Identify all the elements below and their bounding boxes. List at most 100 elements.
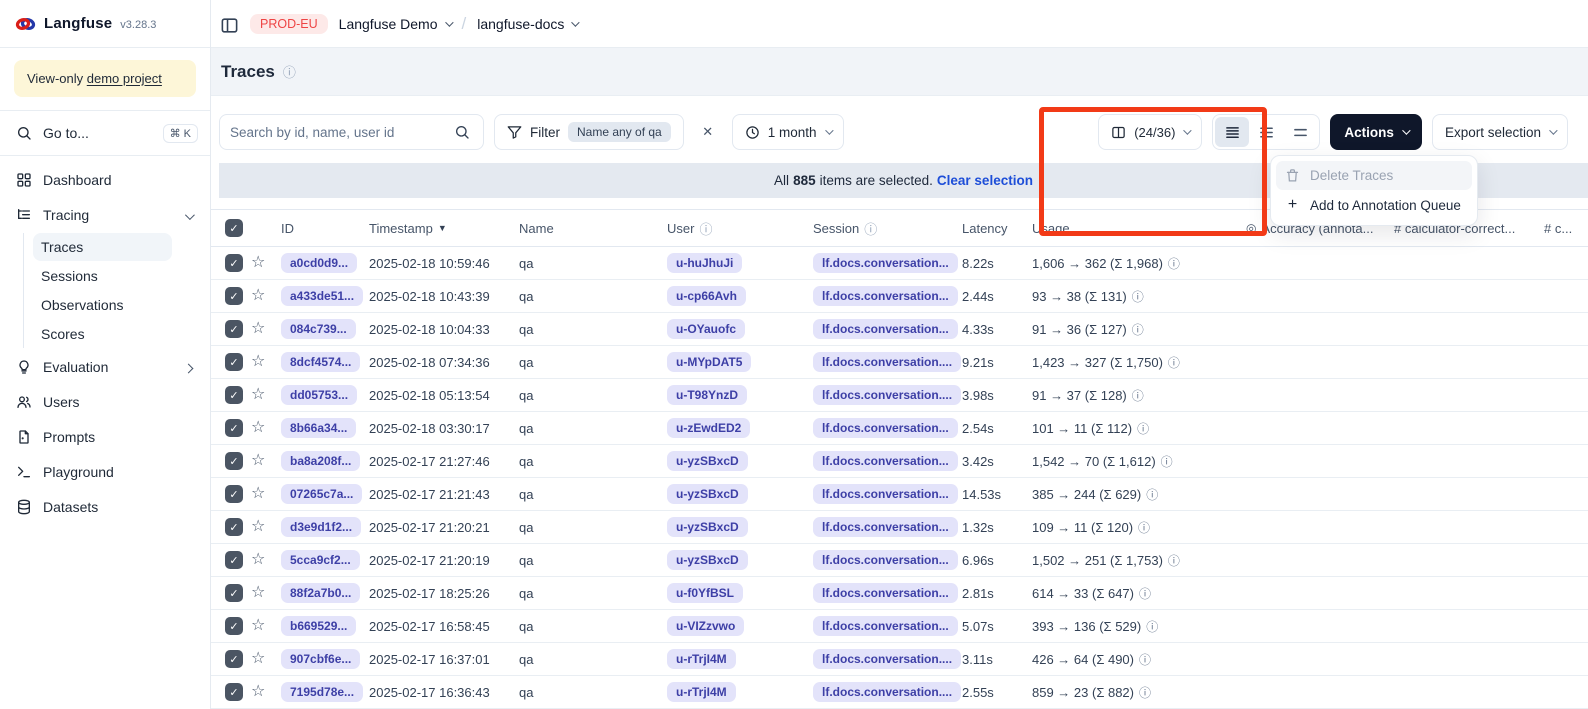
session-badge[interactable]: lf.docs.conversation... — [813, 616, 958, 636]
info-icon[interactable]: ⓘ — [283, 62, 296, 81]
info-icon[interactable]: ⓘ — [1139, 651, 1151, 668]
session-badge[interactable]: lf.docs.conversation... — [813, 484, 958, 504]
sidebar-toggle-icon[interactable] — [220, 16, 239, 32]
table-row[interactable]: ✓ ☆ 8dcf4574... 2025-02-18 07:34:36 qa u… — [211, 346, 1588, 379]
table-row[interactable]: ✓ ☆ dd05753... 2025-02-18 05:13:54 qa u-… — [211, 379, 1588, 412]
star-icon[interactable]: ☆ — [251, 552, 265, 568]
trace-id-badge[interactable]: 084c739... — [281, 319, 356, 339]
columns-button[interactable]: (24/36) — [1098, 114, 1202, 150]
trace-id-badge[interactable]: a433de51... — [281, 286, 363, 306]
col-header-extra[interactable]: # c... — [1544, 221, 1588, 236]
user-badge[interactable]: u-VIZzvwo — [667, 616, 744, 636]
table-row[interactable]: ✓ ☆ 907cbf6e... 2025-02-17 16:37:01 qa u… — [211, 643, 1588, 676]
info-icon[interactable]: ⓘ — [1139, 684, 1151, 701]
table-row[interactable]: ✓ ☆ b669529... 2025-02-17 16:58:45 qa u-… — [211, 610, 1588, 643]
table-row[interactable]: ✓ ☆ 07265c7a... 2025-02-17 21:21:43 qa u… — [211, 478, 1588, 511]
session-badge[interactable]: lf.docs.conversation.... — [813, 385, 961, 405]
row-checkbox[interactable]: ✓ — [225, 518, 243, 536]
session-badge[interactable]: lf.docs.conversation.... — [813, 682, 961, 702]
star-icon[interactable]: ☆ — [251, 354, 265, 370]
trace-id-badge[interactable]: 07265c7a... — [281, 484, 362, 504]
user-badge[interactable]: u-T98YnzD — [667, 385, 747, 405]
user-badge[interactable]: u-rTrjI4M — [667, 682, 736, 702]
session-badge[interactable]: lf.docs.conversation... — [813, 418, 958, 438]
col-header-timestamp[interactable]: Timestamp ▼ — [369, 221, 519, 236]
sidebar-item-playground[interactable]: Playground — [0, 454, 210, 489]
star-icon[interactable]: ☆ — [251, 288, 265, 304]
row-checkbox[interactable]: ✓ — [225, 254, 243, 272]
trace-id-badge[interactable]: 7195d78e... — [281, 682, 363, 702]
star-icon[interactable]: ☆ — [251, 684, 265, 700]
row-checkbox[interactable]: ✓ — [225, 584, 243, 602]
user-badge[interactable]: u-OYauofc — [667, 319, 745, 339]
trace-id-badge[interactable]: 88f2a7b0... — [281, 583, 360, 603]
row-checkbox[interactable]: ✓ — [225, 419, 243, 437]
trace-id-badge[interactable]: 8dcf4574... — [281, 352, 360, 372]
table-row[interactable]: ✓ ☆ 8b66a34... 2025-02-18 03:30:17 qa u-… — [211, 412, 1588, 445]
sidebar-item-evaluation[interactable]: Evaluation — [0, 349, 210, 384]
select-all-checkbox[interactable]: ✓ — [225, 219, 243, 237]
sidebar-item-tracing[interactable]: Tracing — [0, 197, 210, 232]
time-range-button[interactable]: 1 month — [732, 114, 844, 150]
session-badge[interactable]: lf.docs.conversation.... — [813, 649, 961, 669]
star-icon[interactable]: ☆ — [251, 387, 265, 403]
demo-project-link[interactable]: demo project — [87, 71, 162, 86]
sidebar-item-users[interactable]: Users — [0, 384, 210, 419]
sidebar-item-observations[interactable]: Observations — [33, 291, 172, 319]
user-badge[interactable]: u-rTrjI4M — [667, 649, 736, 669]
user-badge[interactable]: u-yzSBxcD — [667, 550, 748, 570]
session-badge[interactable]: lf.docs.conversation... — [813, 451, 958, 471]
col-header-latency[interactable]: Latency — [962, 221, 1032, 236]
sidebar-item-datasets[interactable]: Datasets — [0, 489, 210, 524]
project-switcher[interactable]: langfuse-docs — [477, 16, 577, 32]
row-checkbox[interactable]: ✓ — [225, 353, 243, 371]
actions-button[interactable]: Actions — [1330, 114, 1422, 150]
sidebar-item-dashboard[interactable]: Dashboard — [0, 162, 210, 197]
table-row[interactable]: ✓ ☆ 5cca9cf2... 2025-02-17 21:20:19 qa u… — [211, 544, 1588, 577]
clear-selection-link[interactable]: Clear selection — [937, 173, 1033, 188]
sidebar-item-prompts[interactable]: Prompts — [0, 419, 210, 454]
user-badge[interactable]: u-MYpDAT5 — [667, 352, 751, 372]
session-badge[interactable]: lf.docs.conversation... — [813, 253, 958, 273]
col-header-user[interactable]: User ⓘ — [667, 219, 813, 238]
row-checkbox[interactable]: ✓ — [225, 617, 243, 635]
search-icon[interactable] — [441, 115, 483, 149]
col-header-id[interactable]: ID — [281, 221, 369, 236]
star-icon[interactable]: ☆ — [251, 651, 265, 667]
star-icon[interactable]: ☆ — [251, 585, 265, 601]
star-icon[interactable]: ☆ — [251, 486, 265, 502]
row-checkbox[interactable]: ✓ — [225, 485, 243, 503]
user-badge[interactable]: u-huJhuJi — [667, 253, 742, 273]
info-icon[interactable]: ⓘ — [1168, 255, 1180, 272]
table-row[interactable]: ✓ ☆ 88f2a7b0... 2025-02-17 18:25:26 qa u… — [211, 577, 1588, 610]
menu-item-delete-traces[interactable]: Delete Traces — [1276, 161, 1472, 190]
info-icon[interactable]: ⓘ — [1161, 453, 1173, 470]
row-checkbox[interactable]: ✓ — [225, 551, 243, 569]
row-height-small-icon[interactable] — [1215, 117, 1249, 147]
star-icon[interactable]: ☆ — [251, 453, 265, 469]
filter-button[interactable]: Filter Name any of qa — [494, 114, 684, 150]
info-icon[interactable]: ⓘ — [1146, 486, 1158, 503]
row-checkbox[interactable]: ✓ — [225, 287, 243, 305]
user-badge[interactable]: u-yzSBxcD — [667, 517, 748, 537]
trace-id-badge[interactable]: ba8a208f... — [281, 451, 360, 471]
info-icon[interactable]: ⓘ — [1137, 420, 1149, 437]
session-badge[interactable]: lf.docs.conversation... — [813, 517, 958, 537]
star-icon[interactable]: ☆ — [251, 519, 265, 535]
info-icon[interactable]: ⓘ — [1139, 585, 1151, 602]
org-switcher[interactable]: Langfuse Demo — [339, 16, 451, 32]
user-badge[interactable]: u-zEwdED2 — [667, 418, 750, 438]
search-input[interactable] — [220, 115, 441, 149]
trace-id-badge[interactable]: 907cbf6e... — [281, 649, 360, 669]
row-checkbox[interactable]: ✓ — [225, 386, 243, 404]
col-header-session[interactable]: Session ⓘ — [813, 219, 962, 238]
star-icon[interactable]: ☆ — [251, 618, 265, 634]
clear-filter-icon[interactable]: ✕ — [694, 118, 722, 146]
star-icon[interactable]: ☆ — [251, 255, 265, 271]
sidebar-item-sessions[interactable]: Sessions — [33, 262, 172, 290]
session-badge[interactable]: lf.docs.conversation... — [813, 286, 958, 306]
trace-id-badge[interactable]: 5cca9cf2... — [281, 550, 360, 570]
table-row[interactable]: ✓ ☆ d3e9d1f2... 2025-02-17 21:20:21 qa u… — [211, 511, 1588, 544]
info-icon[interactable]: ⓘ — [1168, 552, 1180, 569]
row-checkbox[interactable]: ✓ — [225, 320, 243, 338]
